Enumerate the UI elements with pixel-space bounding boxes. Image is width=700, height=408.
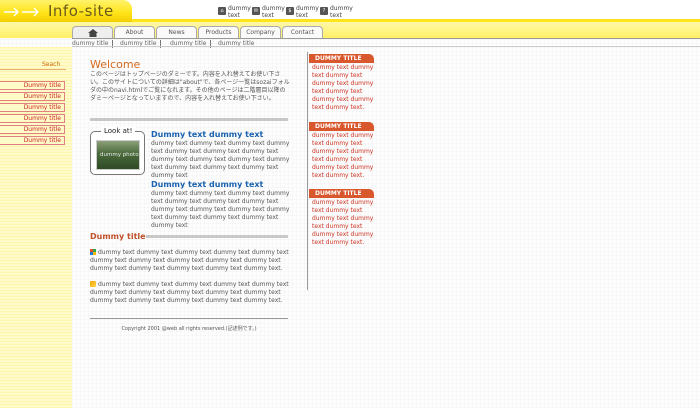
right-box-title: DUMMY TITLE	[309, 54, 374, 63]
sidebar-item[interactable]: Dummy title	[0, 136, 65, 145]
subnav-rule	[72, 46, 700, 47]
right-box-text: dummy text dummy text dummy text dummy t…	[312, 199, 374, 246]
right-box-text: dummy text dummy text dummy text dummy t…	[312, 64, 374, 111]
left-sidebar	[0, 47, 72, 408]
feature-text: dummy text dummy text dummy text dummy t…	[151, 140, 290, 179]
feature-title[interactable]: Dummy text dummy text	[151, 180, 263, 189]
copyright: Copyright 2001 @web all rights reserved.…	[121, 326, 257, 332]
footer-rule	[90, 318, 288, 319]
column-separator	[307, 52, 308, 290]
right-box-title: DUMMY TITLE	[309, 122, 374, 131]
feature-text: dummy text dummy text dummy text dummy t…	[151, 190, 290, 229]
tab-home[interactable]	[72, 26, 113, 38]
top-link-label: dummy text	[330, 5, 353, 19]
tab-products[interactable]: Products	[198, 26, 239, 38]
sidebar-item[interactable]: Dummy title	[0, 103, 65, 112]
tab-about[interactable]: About	[114, 26, 155, 38]
right-box-text: dummy text dummy text dummy text dummy t…	[312, 132, 374, 179]
site-logo: Info-site	[48, 2, 114, 20]
top-link-label: dummy text	[228, 5, 251, 19]
photo-label: dummy photo	[100, 152, 139, 158]
windows-icon	[90, 249, 96, 255]
intro-text: このページはトップページのダミーです。内容を入れ替えてお使い下さい。このサイトに…	[90, 71, 290, 102]
right-box-title: DUMMY TITLE	[309, 189, 374, 198]
dummy-photo[interactable]: dummy photo	[96, 140, 140, 170]
home-icon: ⌂	[218, 7, 226, 15]
question-icon: ?	[320, 7, 328, 15]
dollar-icon: $	[286, 7, 294, 15]
star-icon	[90, 281, 96, 287]
sidebar-item[interactable]: Dummy title	[0, 92, 65, 101]
search-link[interactable]: Seach	[42, 61, 60, 68]
top-link-label: dummy text	[296, 5, 319, 19]
top-link-label: dummy text	[262, 5, 285, 19]
header: Info-site ⌂ dummy text ✉ dummy text $ du…	[0, 0, 700, 22]
sidebar-item[interactable]: Dummy title	[0, 125, 65, 134]
section-title: Dummy title	[90, 232, 146, 241]
lookat-box: Look at! dummy photo	[90, 127, 145, 175]
list-item: dummy text dummy text dummy text dummy t…	[90, 249, 290, 273]
page-title: Welcome	[90, 58, 141, 71]
sidebar-item[interactable]: Dummy title	[0, 81, 65, 90]
right-box: DUMMY TITLE dummy text dummy text dummy …	[309, 189, 374, 247]
mail-icon: ✉	[252, 7, 260, 15]
list-text: dummy text dummy text dummy text dummy t…	[90, 281, 289, 304]
search-rule	[0, 69, 66, 70]
right-box: DUMMY TITLE dummy text dummy text dummy …	[309, 122, 374, 180]
divider-bar	[90, 118, 288, 121]
section-bar	[146, 235, 288, 238]
tab-contact[interactable]: Contact	[282, 26, 323, 38]
feature-title[interactable]: Dummy text dummy text	[151, 130, 263, 139]
home-icon	[87, 29, 98, 37]
list-item: dummy text dummy text dummy text dummy t…	[90, 281, 290, 305]
lookat-title: Look at!	[101, 127, 136, 136]
list-text: dummy text dummy text dummy text dummy t…	[90, 249, 289, 272]
logo-band[interactable]: Info-site	[0, 0, 132, 22]
right-box: DUMMY TITLE dummy text dummy text dummy …	[309, 54, 374, 112]
sidebar-item[interactable]: Dummy title	[0, 114, 65, 123]
arrow-logo-icon	[4, 7, 39, 17]
tab-company[interactable]: Company	[240, 26, 281, 38]
tab-news[interactable]: News	[156, 26, 197, 38]
